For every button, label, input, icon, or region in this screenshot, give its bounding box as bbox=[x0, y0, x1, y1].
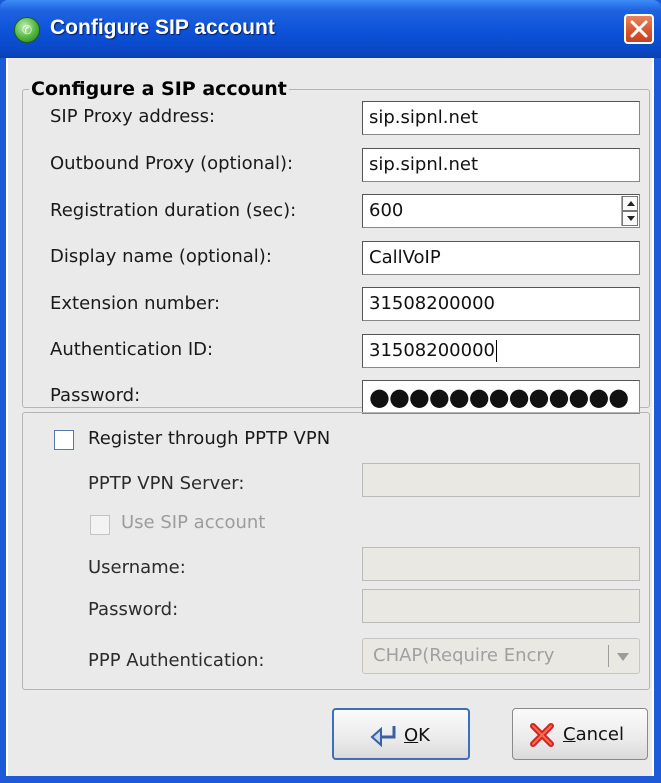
register-pptp-label[interactable]: Register through PPTP VPN bbox=[88, 428, 330, 449]
spin-up-icon[interactable] bbox=[622, 196, 638, 211]
display-name-label: Display name (optional): bbox=[50, 246, 272, 267]
sip-group-legend: Configure a SIP account bbox=[31, 78, 287, 100]
authentication-id-label: Authentication ID: bbox=[50, 339, 214, 360]
cancel-x-icon bbox=[529, 722, 555, 753]
spinner-buttons[interactable] bbox=[621, 196, 638, 226]
outbound-proxy-input[interactable]: sip.sipnl.net bbox=[362, 148, 640, 182]
chevron-down-icon bbox=[617, 653, 629, 661]
close-button[interactable] bbox=[624, 14, 654, 44]
authentication-id-input[interactable]: 31508200000 bbox=[362, 334, 640, 368]
dialog-client: Configure a SIP account SIP Proxy addres… bbox=[6, 58, 654, 776]
ppp-authentication-value: CHAP(Require Encry bbox=[373, 645, 555, 666]
use-sip-account-label: Use SIP account bbox=[121, 512, 266, 533]
spin-down-icon[interactable] bbox=[622, 211, 638, 226]
ok-button[interactable]: OK bbox=[332, 708, 470, 760]
authentication-id-value: 31508200000 bbox=[369, 340, 495, 361]
extension-number-label: Extension number: bbox=[50, 293, 221, 314]
registration-duration-label: Registration duration (sec): bbox=[50, 200, 297, 221]
dialog-panel: Configure a SIP account SIP Proxy addres… bbox=[8, 58, 652, 776]
password-label: Password: bbox=[50, 385, 141, 406]
extension-number-input[interactable]: 31508200000 bbox=[362, 287, 640, 321]
pptp-server-input[interactable] bbox=[362, 463, 640, 497]
combo-separator bbox=[608, 645, 609, 667]
outbound-proxy-label: Outbound Proxy (optional): bbox=[50, 153, 294, 174]
password-input[interactable]: ●●●●●●●●●●●●● bbox=[362, 380, 640, 414]
vpn-username-input[interactable] bbox=[362, 547, 640, 581]
use-sip-account-checkbox[interactable] bbox=[90, 515, 110, 535]
enter-arrow-icon bbox=[370, 723, 400, 752]
pptp-server-label: PPTP VPN Server: bbox=[88, 473, 245, 494]
ppp-authentication-select[interactable]: CHAP(Require Encry bbox=[362, 638, 640, 674]
callvoip-icon: ✆ bbox=[14, 17, 40, 43]
window-title: Configure SIP account bbox=[50, 16, 275, 39]
sip-proxy-input[interactable]: sip.sipnl.net bbox=[362, 101, 640, 135]
ppp-authentication-label: PPP Authentication: bbox=[88, 650, 265, 671]
cancel-label: Cancel bbox=[563, 724, 624, 745]
cancel-button[interactable]: Cancel bbox=[512, 708, 648, 760]
ok-label: OK bbox=[404, 725, 430, 746]
sip-proxy-label: SIP Proxy address: bbox=[50, 106, 216, 127]
text-caret bbox=[495, 340, 497, 362]
registration-duration-value: 600 bbox=[369, 200, 404, 221]
registration-duration-spinner[interactable]: 600 bbox=[362, 194, 640, 228]
close-icon bbox=[630, 20, 648, 38]
vpn-password-label: Password: bbox=[88, 599, 179, 620]
title-bar[interactable]: ✆ Configure SIP account bbox=[0, 0, 661, 58]
dialog-window: ✆ Configure SIP account Configure a SIP … bbox=[0, 0, 661, 783]
register-pptp-checkbox[interactable] bbox=[54, 430, 74, 450]
vpn-password-input[interactable] bbox=[362, 589, 640, 623]
display-name-input[interactable]: CallVoIP bbox=[362, 241, 640, 275]
vpn-username-label: Username: bbox=[88, 557, 186, 578]
